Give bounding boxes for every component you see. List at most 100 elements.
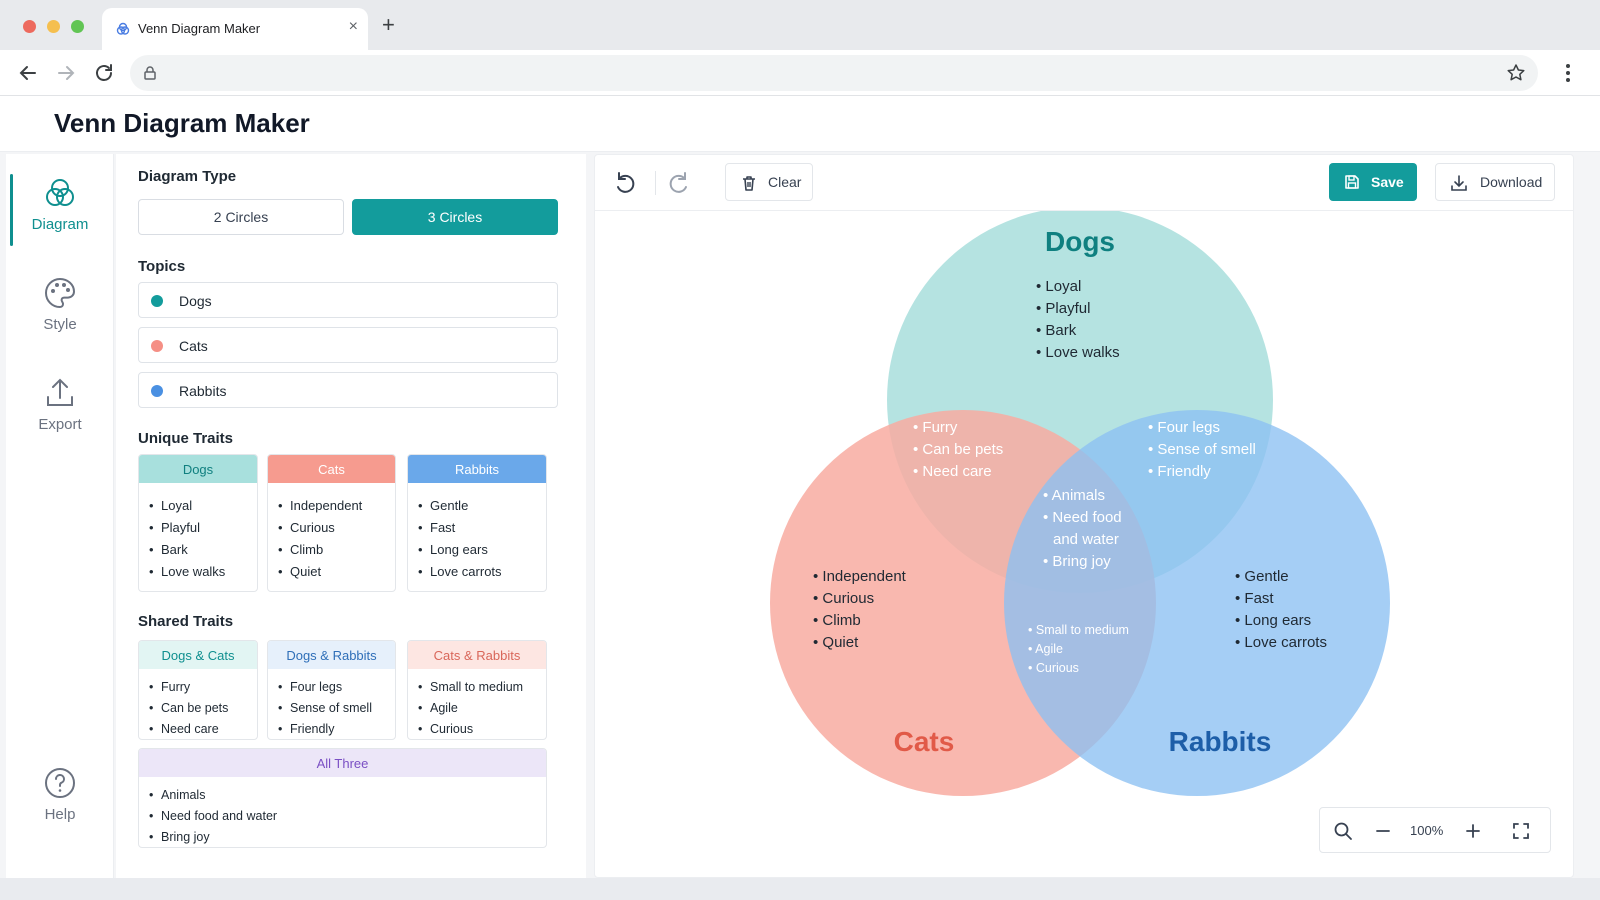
topic-name: Rabbits <box>179 383 227 399</box>
tab-close-icon[interactable]: × <box>349 18 358 36</box>
unique-card-dogs[interactable]: Dogs Loyal Playful Bark Love walks <box>138 454 258 592</box>
type-3-circles-button[interactable]: 3 Circles <box>352 199 558 235</box>
venn-cats-rabbits-item: • Curious <box>1028 661 1079 675</box>
upload-icon <box>47 378 73 406</box>
maximize-window-button[interactable] <box>71 20 84 33</box>
save-icon <box>1345 175 1359 189</box>
undo-icon[interactable] <box>611 169 639 197</box>
zoom-level: 100% <box>1410 823 1444 838</box>
venn-label-rabbits: Rabbits <box>1169 726 1272 757</box>
venn-icon <box>46 179 74 206</box>
card-head: Rabbits <box>408 455 546 483</box>
venn-dogs-cats-item: • Can be pets <box>913 441 1003 458</box>
venn-dogs-rabbits-item: • Friendly <box>1148 463 1211 480</box>
venn-center-item: and water <box>1053 531 1119 548</box>
rail-label-diagram: Diagram <box>31 216 89 233</box>
topic-input-rabbits[interactable]: Rabbits <box>138 372 558 408</box>
settings-panel: Diagram Type 2 Circles 3 Circles Topics … <box>116 154 586 878</box>
trait-list: Independent Curious Climb Quiet <box>268 483 395 583</box>
nav-rail: Diagram Style Export Help <box>6 154 114 878</box>
list-item: Gentle <box>418 495 546 517</box>
card-head: Dogs <box>139 455 257 483</box>
fullscreen-icon[interactable] <box>1510 820 1532 842</box>
venn-cats-item: • Curious <box>813 590 874 607</box>
topics-title: Topics <box>138 258 186 275</box>
forward-arrow-icon[interactable] <box>54 61 78 85</box>
shared-card-dogs-rabbits[interactable]: Dogs & Rabbits Four legs Sense of smell … <box>267 640 396 740</box>
save-label: Save <box>1371 174 1404 190</box>
trash-icon <box>743 176 755 191</box>
topic-color-dot[interactable] <box>151 385 163 397</box>
venn-center-item: • Bring joy <box>1043 553 1111 570</box>
venn-rabbits-item: • Gentle <box>1235 568 1289 585</box>
venn-rabbits-item: • Long ears <box>1235 612 1311 629</box>
trait-list: Four legs Sense of smell Friendly <box>268 669 395 739</box>
venn-dogs-rabbits-item: • Sense of smell <box>1148 441 1256 458</box>
list-item: Fast <box>418 517 546 539</box>
bookmark-star-icon[interactable] <box>1506 63 1526 83</box>
rail-item-export[interactable]: Export <box>6 376 114 456</box>
venn-rabbits-item: • Fast <box>1235 590 1274 607</box>
venn-cats-rabbits-item: • Small to medium <box>1028 623 1129 637</box>
venn-center-item: • Animals <box>1043 487 1105 504</box>
unique-traits-title: Unique Traits <box>138 430 234 447</box>
type-2-circles-button[interactable]: 2 Circles <box>138 199 344 235</box>
redo-icon[interactable] <box>665 169 693 197</box>
list-item: Love carrots <box>418 561 546 583</box>
list-item: Climb <box>278 539 395 561</box>
venn-favicon-icon <box>116 22 130 35</box>
browser-tab[interactable]: Venn Diagram Maker × <box>102 8 368 50</box>
toolbar-divider <box>655 171 656 195</box>
venn-cats-item: • Independent <box>813 568 907 585</box>
new-tab-icon[interactable]: + <box>382 12 395 38</box>
download-label: Download <box>1480 174 1543 190</box>
list-item: Small to medium <box>418 677 546 698</box>
zoom-in-icon[interactable] <box>1462 820 1484 842</box>
close-window-button[interactable] <box>23 20 36 33</box>
browser-toolbar <box>0 50 1600 96</box>
card-head: Cats & Rabbits <box>408 641 546 669</box>
trait-list: Loyal Playful Bark Love walks <box>139 483 257 583</box>
topic-color-dot[interactable] <box>151 295 163 307</box>
minimize-window-button[interactable] <box>47 20 60 33</box>
topic-color-dot[interactable] <box>151 340 163 352</box>
search-icon[interactable] <box>1332 820 1354 842</box>
venn-dogs-rabbits-item: • Four legs <box>1148 419 1220 436</box>
reload-icon[interactable] <box>92 61 116 85</box>
shared-card-all-three[interactable]: All Three Animals Need food and water Br… <box>138 748 547 848</box>
unique-card-cats[interactable]: Cats Independent Curious Climb Quiet <box>267 454 396 592</box>
app-root: Venn Diagram Maker Diagram Style Export … <box>0 96 1600 900</box>
unique-card-rabbits[interactable]: Rabbits Gentle Fast Long ears Love carro… <box>407 454 547 592</box>
topic-name: Dogs <box>179 293 212 309</box>
zoom-out-icon[interactable] <box>1372 820 1394 842</box>
card-head: All Three <box>139 749 546 777</box>
bottom-strip <box>0 878 1600 900</box>
list-item: Loyal <box>149 495 257 517</box>
venn-dogs-item: • Playful <box>1036 300 1090 317</box>
back-arrow-icon[interactable] <box>16 61 40 85</box>
save-button[interactable]: Save <box>1329 163 1417 201</box>
list-item: Sense of smell <box>278 698 395 719</box>
rail-item-style[interactable]: Style <box>6 276 114 356</box>
venn-diagram[interactable]: Dogs Cats Rabbits • Loyal • Playful • Ba… <box>595 211 1573 871</box>
venn-cats-rabbits-item: • Agile <box>1028 642 1063 656</box>
rail-item-help[interactable]: Help <box>6 766 114 846</box>
palette-icon <box>45 277 76 309</box>
topic-input-cats[interactable]: Cats <box>138 327 558 363</box>
shared-card-cats-rabbits[interactable]: Cats & Rabbits Small to medium Agile Cur… <box>407 640 547 740</box>
shared-card-dogs-cats[interactable]: Dogs & Cats Furry Can be pets Need care <box>138 640 258 740</box>
download-button[interactable]: Download <box>1435 163 1555 201</box>
venn-center-item: • Need food <box>1043 509 1122 526</box>
page-title: Venn Diagram Maker <box>54 108 310 138</box>
canvas-toolbar: Clear Save Download <box>595 155 1573 211</box>
clear-button[interactable]: Clear <box>725 163 813 201</box>
list-item: Need food and water <box>149 806 546 827</box>
address-bar[interactable] <box>130 55 1538 91</box>
topic-input-dogs[interactable]: Dogs <box>138 282 558 318</box>
list-item: Can be pets <box>149 698 257 719</box>
app-header: Venn Diagram Maker <box>0 96 1600 152</box>
list-item: Bark <box>149 539 257 561</box>
browser-menu-icon[interactable] <box>1558 61 1578 85</box>
rail-item-diagram[interactable]: Diagram <box>6 176 114 256</box>
venn-rabbits-item: • Love carrots <box>1235 634 1327 651</box>
